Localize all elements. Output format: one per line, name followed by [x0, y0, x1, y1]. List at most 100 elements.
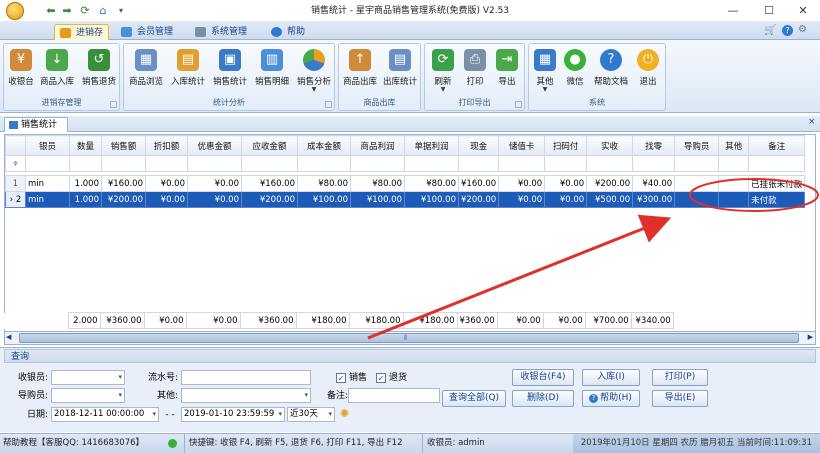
cell-qty[interactable]: 1.000: [69, 191, 102, 208]
sales-detail-button[interactable]: ▥ 销售明细: [252, 47, 292, 93]
return-checkbox[interactable]: ✓: [376, 373, 386, 383]
table-row[interactable]: 1 min 1.000 ¥160.00 ¥0.00 ¥0.00 ¥160.00 …: [5, 175, 806, 192]
cell-guide[interactable]: [674, 175, 720, 192]
filter-cell[interactable]: [297, 155, 351, 172]
tab-sales-stats[interactable]: 销售统计: [4, 117, 68, 132]
sales-return-button[interactable]: ↺ 销售退货: [80, 47, 118, 93]
scroll-thumb[interactable]: ⦀: [19, 333, 799, 343]
query-all-button[interactable]: 查询全部(Q): [442, 390, 506, 407]
gear-icon[interactable]: ✺: [340, 407, 349, 420]
cell-qty[interactable]: 1.000: [69, 175, 102, 192]
filter-cell[interactable]: [674, 155, 720, 172]
cell-scan[interactable]: ¥0.00: [544, 175, 588, 192]
column-header[interactable]: 现金: [457, 135, 500, 156]
cell-cash[interactable]: ¥200.00: [457, 191, 500, 208]
scroll-left-icon[interactable]: ◀: [6, 333, 11, 341]
column-header[interactable]: 导购员: [674, 135, 720, 156]
column-header[interactable]: 应收金额: [241, 135, 298, 156]
export-button[interactable]: ⇥ 导出: [492, 47, 522, 93]
guide-select[interactable]: ▾: [51, 388, 125, 403]
column-header[interactable]: 优惠金额: [187, 135, 242, 156]
filter-cell[interactable]: [350, 155, 405, 172]
cell-change[interactable]: ¥40.00: [632, 175, 676, 192]
column-header[interactable]: 折扣额: [145, 135, 188, 156]
column-header[interactable]: 银员: [25, 135, 70, 156]
sales-analysis-button[interactable]: 销售分析 ▼: [294, 47, 334, 93]
scroll-right-icon[interactable]: ▶: [808, 333, 813, 341]
refresh-button[interactable]: ⟳ 刷新 ▼: [428, 47, 458, 93]
cell-order-profit[interactable]: ¥80.00: [404, 175, 459, 192]
remark-input[interactable]: [348, 388, 440, 403]
cell-remark[interactable]: 未付款: [748, 191, 806, 208]
filter-cell[interactable]: [69, 155, 102, 172]
settings-icon[interactable]: ⚙: [798, 24, 807, 35]
cell-item-profit[interactable]: ¥100.00: [350, 191, 405, 208]
column-header[interactable]: 其他: [718, 135, 750, 156]
filter-cell[interactable]: [586, 155, 634, 172]
status-help[interactable]: 帮助教程【客服QQ: 1416683076】: [3, 434, 144, 453]
cell-sales[interactable]: ¥200.00: [101, 191, 146, 208]
export-e-button[interactable]: 导出(E): [652, 390, 708, 407]
cell-paid[interactable]: ¥500.00: [586, 191, 634, 208]
tab-inventory[interactable]: 进销存: [54, 24, 110, 40]
column-header[interactable]: 找零: [632, 135, 676, 156]
cell-promo[interactable]: ¥0.00: [187, 175, 242, 192]
group-expand-icon[interactable]: [110, 101, 117, 108]
cell-item-profit[interactable]: ¥80.00: [350, 175, 405, 192]
other-button[interactable]: ▦ 其他 ▼: [531, 47, 559, 93]
product-browse-button[interactable]: ▦ 商品浏览: [126, 47, 166, 93]
filter-cell[interactable]: [145, 155, 188, 172]
cell-receivable[interactable]: ¥160.00: [241, 175, 298, 192]
sale-checkbox[interactable]: ✓: [336, 373, 346, 383]
other-select[interactable]: ▾: [181, 388, 311, 403]
cell-sales[interactable]: ¥160.00: [101, 175, 146, 192]
cell-guide[interactable]: [674, 191, 720, 208]
cell-discount[interactable]: ¥0.00: [145, 175, 188, 192]
filter-cell[interactable]: [187, 155, 242, 172]
cell-card[interactable]: ¥0.00: [498, 191, 546, 208]
wechat-button[interactable]: ● 微信: [561, 47, 589, 93]
filter-cell[interactable]: [25, 155, 70, 172]
maximize-button[interactable]: ☐: [752, 0, 786, 22]
stock-in-button[interactable]: ↓ 商品入库: [38, 47, 76, 93]
cell-receivable[interactable]: ¥200.00: [241, 191, 298, 208]
cell-remark[interactable]: 已挂张未付款: [748, 175, 806, 192]
cell-cash[interactable]: ¥160.00: [457, 175, 500, 192]
close-tab-icon[interactable]: ×: [808, 117, 816, 127]
filter-cell[interactable]: [718, 155, 750, 172]
cell-change[interactable]: ¥300.00: [632, 191, 676, 208]
column-header[interactable]: 扫码付: [544, 135, 588, 156]
stock-in-i-button[interactable]: 入库(I): [582, 369, 640, 386]
date-range-select[interactable]: 近30天 ▾: [287, 407, 335, 422]
help-doc-button[interactable]: ? 帮助文档: [591, 47, 631, 93]
filter-cell[interactable]: [498, 155, 546, 172]
tab-members[interactable]: 会员管理: [116, 24, 178, 40]
close-button[interactable]: ✕: [786, 0, 820, 22]
table-row-selected[interactable]: › 2 min 1.000 ¥200.00 ¥0.00 ¥0.00 ¥200.0…: [5, 191, 806, 208]
stock-in-stats-button[interactable]: ▤ 入库统计: [168, 47, 208, 93]
cell-order-profit[interactable]: ¥100.00: [404, 191, 459, 208]
cell-other[interactable]: [718, 191, 750, 208]
cell-other[interactable]: [718, 175, 750, 192]
date-from-input[interactable]: 2018-12-11 00:00:00 ▾: [51, 407, 159, 422]
delete-d-button[interactable]: 删除(D): [512, 390, 574, 407]
cell-paid[interactable]: ¥200.00: [586, 175, 634, 192]
tab-system[interactable]: 系统管理: [190, 24, 252, 40]
cashier-select[interactable]: ▾: [51, 370, 125, 385]
cell-promo[interactable]: ¥0.00: [187, 191, 242, 208]
help-circle-icon[interactable]: ?: [782, 25, 793, 36]
filter-cell[interactable]: [404, 155, 459, 172]
horizontal-scrollbar[interactable]: ◀ ⦀ ▶: [4, 331, 816, 345]
cashier-f4-button[interactable]: 收银台(F4): [512, 369, 574, 386]
column-header[interactable]: 销售额: [101, 135, 146, 156]
cashier-button[interactable]: ¥ 收银台: [6, 47, 36, 93]
stock-out-button[interactable]: ↑ 商品出库: [341, 47, 379, 93]
date-to-input[interactable]: 2019-01-10 23:59:59 ▾: [181, 407, 285, 422]
column-header[interactable]: 单据利润: [404, 135, 459, 156]
cell-cashier[interactable]: min: [25, 175, 70, 192]
cell-cashier[interactable]: min: [25, 191, 70, 208]
filter-row[interactable]: ♆: [5, 155, 806, 172]
filter-cell[interactable]: [632, 155, 676, 172]
cell-card[interactable]: ¥0.00: [498, 175, 546, 192]
filter-cell[interactable]: [457, 155, 500, 172]
